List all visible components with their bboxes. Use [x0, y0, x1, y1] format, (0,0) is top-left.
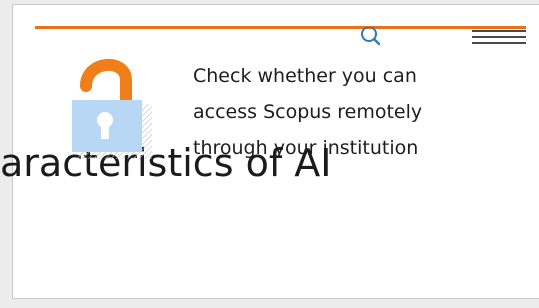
- open-padlock-icon: [72, 59, 152, 159]
- remote-access-prompt[interactable]: Check whether you can access Scopus remo…: [193, 58, 483, 166]
- hamburger-menu-icon[interactable]: [472, 28, 526, 46]
- search-icon[interactable]: [357, 27, 383, 49]
- header-accent-bar: [35, 26, 526, 29]
